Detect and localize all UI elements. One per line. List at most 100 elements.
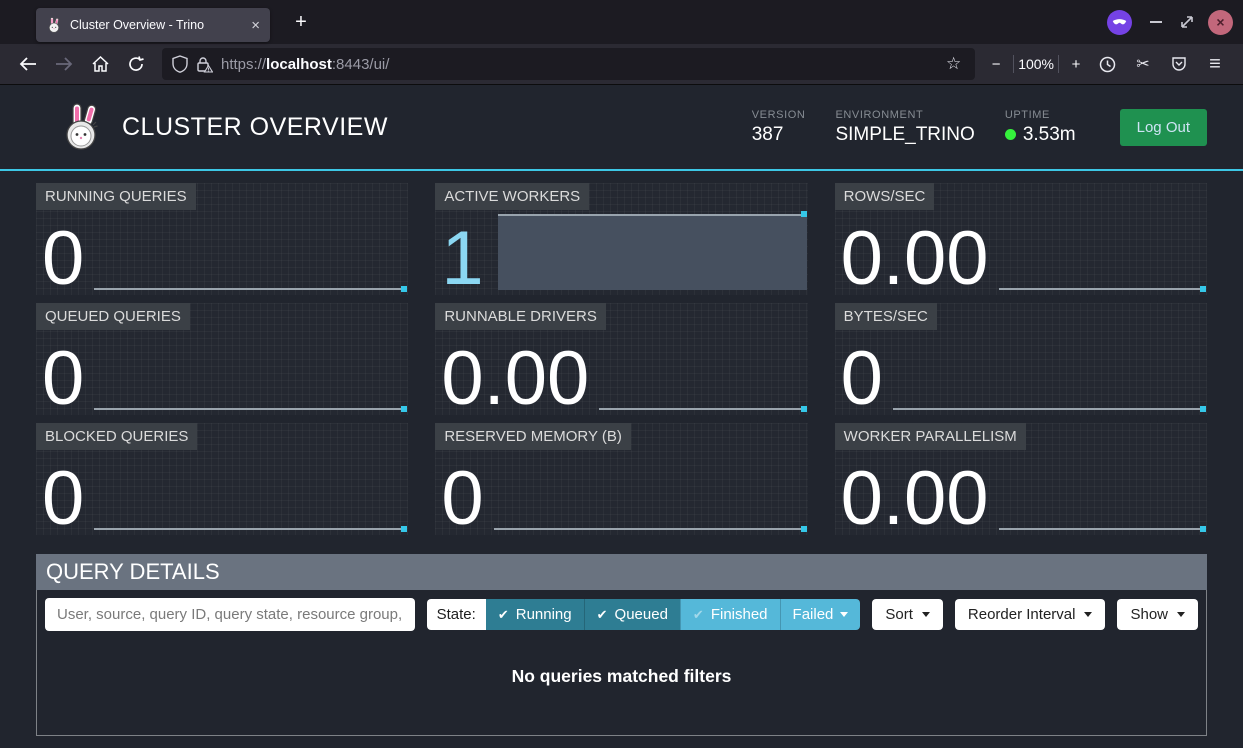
query-filter-toolbar: State: ✔ Running ✔ Queued ✔ Finished Fai… bbox=[37, 590, 1206, 639]
stat-card-label: RUNNABLE DRIVERS bbox=[435, 303, 606, 330]
query-details-panel: State: ✔ Running ✔ Queued ✔ Finished Fai… bbox=[36, 590, 1207, 736]
empty-queries-message: No queries matched filters bbox=[37, 639, 1206, 735]
stat-card-value: 0.00 bbox=[841, 228, 989, 290]
stat-card-label: WORKER PARALLELISM bbox=[835, 423, 1026, 450]
state-filter-finished[interactable]: ✔ Finished bbox=[680, 599, 780, 630]
environment-info: ENVIRONMENT SIMPLE_TRINO bbox=[835, 109, 974, 146]
url-bar[interactable]: https://localhost:8443/ui/ ☆ bbox=[162, 48, 975, 80]
state-filter-queued[interactable]: ✔ Queued bbox=[584, 599, 680, 630]
pocket-icon[interactable] bbox=[1163, 49, 1195, 79]
stat-card-value: 0 bbox=[42, 228, 84, 290]
environment-value: SIMPLE_TRINO bbox=[835, 124, 974, 146]
sparkline-endpoint-dot bbox=[801, 211, 807, 217]
sparkline-chart bbox=[999, 288, 1206, 290]
sparkline-endpoint-dot bbox=[801, 526, 807, 532]
zoom-in-button[interactable]: + bbox=[1063, 50, 1089, 78]
history-clock-icon[interactable] bbox=[1091, 49, 1123, 79]
environment-label: ENVIRONMENT bbox=[835, 109, 974, 121]
stat-card-queued-queries: QUEUED QUERIES 0 bbox=[36, 303, 408, 415]
sparkline-chart bbox=[599, 408, 806, 410]
state-filter-failed-dropdown[interactable]: Failed bbox=[780, 599, 861, 630]
stat-card-value: 0 bbox=[841, 348, 883, 410]
forward-button[interactable] bbox=[48, 49, 80, 79]
zoom-level[interactable]: 100% bbox=[1018, 56, 1054, 72]
stat-card-label: RESERVED MEMORY (B) bbox=[435, 423, 631, 450]
stat-card-runnable-drivers: RUNNABLE DRIVERS 0.00 bbox=[435, 303, 807, 415]
query-details-header: QUERY DETAILS bbox=[36, 554, 1207, 590]
lock-warning-icon[interactable] bbox=[196, 56, 213, 73]
tracking-shield-icon[interactable] bbox=[172, 55, 188, 73]
trino-cluster-overview-page: CLUSTER OVERVIEW VERSION 387 ENVIRONMENT… bbox=[0, 85, 1243, 748]
private-browsing-badge bbox=[1107, 10, 1132, 35]
sort-dropdown[interactable]: Sort bbox=[872, 599, 943, 630]
stat-card-value: 0 bbox=[42, 468, 84, 530]
stat-card-bytes-sec: BYTES/SEC 0 bbox=[835, 303, 1207, 415]
version-value: 387 bbox=[752, 124, 806, 146]
zoom-out-button[interactable]: − bbox=[983, 50, 1009, 78]
sparkline-chart bbox=[893, 408, 1206, 410]
sparkline-endpoint-dot bbox=[1200, 406, 1206, 412]
restore-button[interactable] bbox=[1180, 15, 1194, 29]
separator bbox=[1058, 55, 1059, 73]
uptime-info: UPTIME 3.53m bbox=[1005, 109, 1076, 146]
stat-card-reserved-memory: RESERVED MEMORY (B) 0 bbox=[435, 423, 807, 535]
stat-card-blocked-queries: BLOCKED QUERIES 0 bbox=[36, 423, 408, 535]
stat-card-value: 1 bbox=[441, 228, 483, 290]
browser-tab-bar: Cluster Overview - Trino × + × bbox=[0, 0, 1243, 44]
stat-card-label: BLOCKED QUERIES bbox=[36, 423, 197, 450]
stat-card-value: 0.00 bbox=[841, 468, 989, 530]
trino-bunny-logo bbox=[60, 103, 104, 151]
browser-tab[interactable]: Cluster Overview - Trino × bbox=[36, 8, 270, 42]
url-text: https://localhost:8443/ui/ bbox=[221, 56, 934, 73]
reorder-interval-dropdown[interactable]: Reorder Interval bbox=[955, 599, 1106, 630]
sparkline-chart bbox=[94, 528, 407, 530]
chevron-down-icon bbox=[1177, 612, 1185, 617]
stat-card-label: BYTES/SEC bbox=[835, 303, 937, 330]
stat-card-rows-sec: ROWS/SEC 0.00 bbox=[835, 183, 1207, 295]
sparkline-chart bbox=[94, 408, 407, 410]
app-header: CLUSTER OVERVIEW VERSION 387 ENVIRONMENT… bbox=[0, 85, 1243, 171]
stat-card-label: RUNNING QUERIES bbox=[36, 183, 196, 210]
separator bbox=[1013, 55, 1014, 73]
stat-card-value: 0 bbox=[42, 348, 84, 410]
chevron-down-icon bbox=[1084, 612, 1092, 617]
sparkline-chart bbox=[498, 214, 807, 290]
stat-card-label: ROWS/SEC bbox=[835, 183, 935, 210]
menu-hamburger-icon[interactable]: ≡ bbox=[1199, 49, 1231, 79]
show-dropdown[interactable]: Show bbox=[1117, 599, 1198, 630]
chevron-down-icon bbox=[840, 612, 848, 617]
uptime-value: 3.53m bbox=[1023, 124, 1076, 146]
screenshot-scissors-icon[interactable]: ✂ bbox=[1127, 49, 1159, 79]
sparkline-endpoint-dot bbox=[401, 286, 407, 292]
state-filter-group: State: ✔ Running ✔ Queued ✔ Finished Fai… bbox=[427, 599, 861, 630]
sparkline-chart bbox=[94, 288, 407, 290]
state-filter-running[interactable]: ✔ Running bbox=[486, 599, 584, 630]
check-icon: ✔ bbox=[597, 607, 608, 623]
check-icon: ✔ bbox=[498, 607, 509, 623]
cluster-stats-grid: RUNNING QUERIES 0 ACTIVE WORKERS 1 ROWS/… bbox=[36, 183, 1207, 535]
sparkline-endpoint-dot bbox=[1200, 286, 1206, 292]
stat-card-label: ACTIVE WORKERS bbox=[435, 183, 589, 210]
uptime-status-dot bbox=[1005, 129, 1016, 140]
minimize-button[interactable] bbox=[1150, 21, 1162, 23]
new-tab-button[interactable]: + bbox=[286, 7, 316, 37]
stat-card-value: 0.00 bbox=[441, 348, 589, 410]
stat-card-active-workers: ACTIVE WORKERS 1 bbox=[435, 183, 807, 295]
back-button[interactable] bbox=[12, 49, 44, 79]
sparkline-chart bbox=[494, 528, 807, 530]
version-label: VERSION bbox=[752, 109, 806, 121]
state-filter-label: State: bbox=[427, 599, 486, 630]
stat-card-running-queries: RUNNING QUERIES 0 bbox=[36, 183, 408, 295]
version-info: VERSION 387 bbox=[752, 109, 806, 146]
stat-card-label: QUEUED QUERIES bbox=[36, 303, 190, 330]
sparkline-chart bbox=[999, 528, 1206, 530]
tab-title: Cluster Overview - Trino bbox=[70, 18, 243, 32]
query-search-input[interactable] bbox=[45, 598, 415, 631]
reload-button[interactable] bbox=[120, 49, 152, 79]
tab-close-icon[interactable]: × bbox=[251, 18, 260, 33]
bookmark-star-icon[interactable]: ☆ bbox=[942, 54, 965, 74]
logout-button[interactable]: Log Out bbox=[1120, 109, 1207, 146]
close-window-button[interactable]: × bbox=[1208, 10, 1233, 35]
home-button[interactable] bbox=[84, 49, 116, 79]
trino-favicon bbox=[46, 17, 62, 33]
